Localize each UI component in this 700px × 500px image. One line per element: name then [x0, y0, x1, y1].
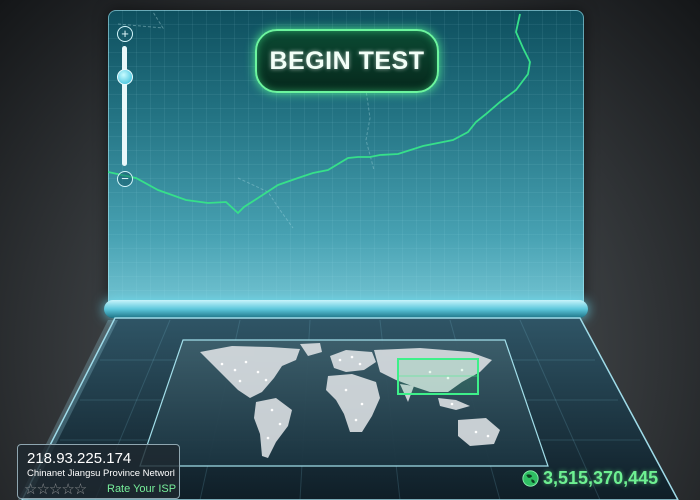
isp-name: Chinanet Jiangsu Province Networl — [27, 468, 175, 479]
zoom-out-button[interactable]: − — [117, 171, 133, 187]
isp-info-panel: 218.93.225.174 Chinanet Jiangsu Province… — [17, 444, 180, 499]
zoom-in-button[interactable]: + — [117, 26, 133, 42]
map-screen[interactable]: + − BEGIN TEST — [108, 10, 584, 310]
ip-address: 218.93.225.174 — [27, 450, 132, 467]
begin-test-button[interactable]: BEGIN TEST — [255, 29, 439, 93]
rating-stars[interactable]: ☆☆☆☆☆ — [24, 480, 87, 498]
zoom-slider-track[interactable] — [122, 46, 127, 166]
tests-counter: 3,515,370,445 — [522, 466, 658, 490]
zoom-slider-knob[interactable] — [117, 69, 133, 85]
begin-test-label: BEGIN TEST — [269, 46, 425, 75]
rate-isp-link[interactable]: Rate Your ISP — [107, 483, 176, 495]
tests-count: 3,515,370,445 — [543, 467, 659, 488]
speedtest-app: + − BEGIN TEST 218.93.225.174 Chinanet J… — [0, 0, 700, 500]
globe-icon — [522, 469, 539, 487]
